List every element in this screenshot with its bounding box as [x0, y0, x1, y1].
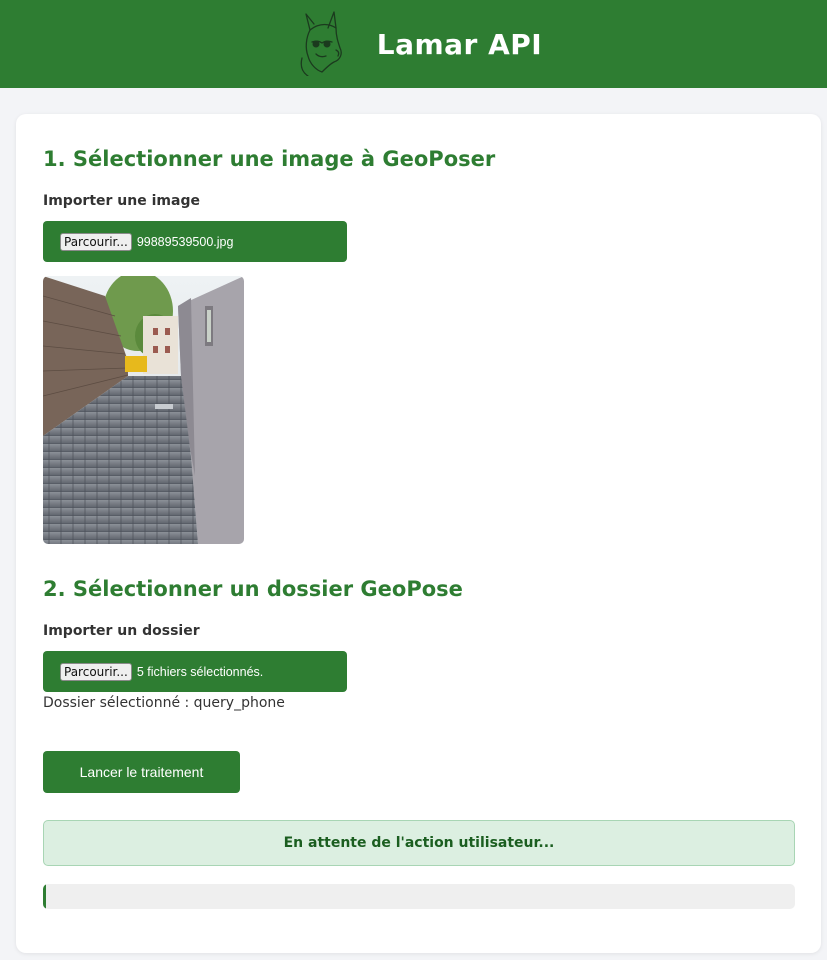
- folder-file-input[interactable]: Parcourir... 5 fichiers sélectionnés.: [43, 651, 347, 692]
- selected-folder-text: Dossier sélectionné : query_phone: [43, 695, 285, 711]
- image-field-label: Importer une image: [43, 193, 200, 209]
- llama-logo-icon: [300, 11, 342, 76]
- folder-field-label: Importer un dossier: [43, 623, 200, 639]
- image-file-input[interactable]: Parcourir... 99889539500.jpg: [43, 221, 347, 262]
- app-header: Lamar API: [0, 0, 827, 88]
- app-title: Lamar API: [376, 27, 543, 61]
- folder-browse-button[interactable]: Parcourir...: [60, 662, 132, 681]
- section-title-folder: 2. Sélectionner un dossier GeoPose: [43, 577, 463, 601]
- progress-fill: [43, 884, 46, 909]
- image-file-name: 99889539500.jpg: [136, 234, 234, 249]
- status-message: En attente de l'action utilisateur...: [43, 820, 795, 866]
- section-title-image: 1. Sélectionner une image à GeoPoser: [43, 147, 496, 171]
- image-browse-button[interactable]: Parcourir...: [60, 232, 132, 251]
- progress-bar: [43, 884, 795, 909]
- launch-processing-button[interactable]: Lancer le traitement: [43, 751, 240, 793]
- folder-file-count: 5 fichiers sélectionnés.: [136, 664, 264, 679]
- image-preview: [43, 276, 244, 544]
- main-card: 1. Sélectionner une image à GeoPoser Imp…: [16, 114, 821, 953]
